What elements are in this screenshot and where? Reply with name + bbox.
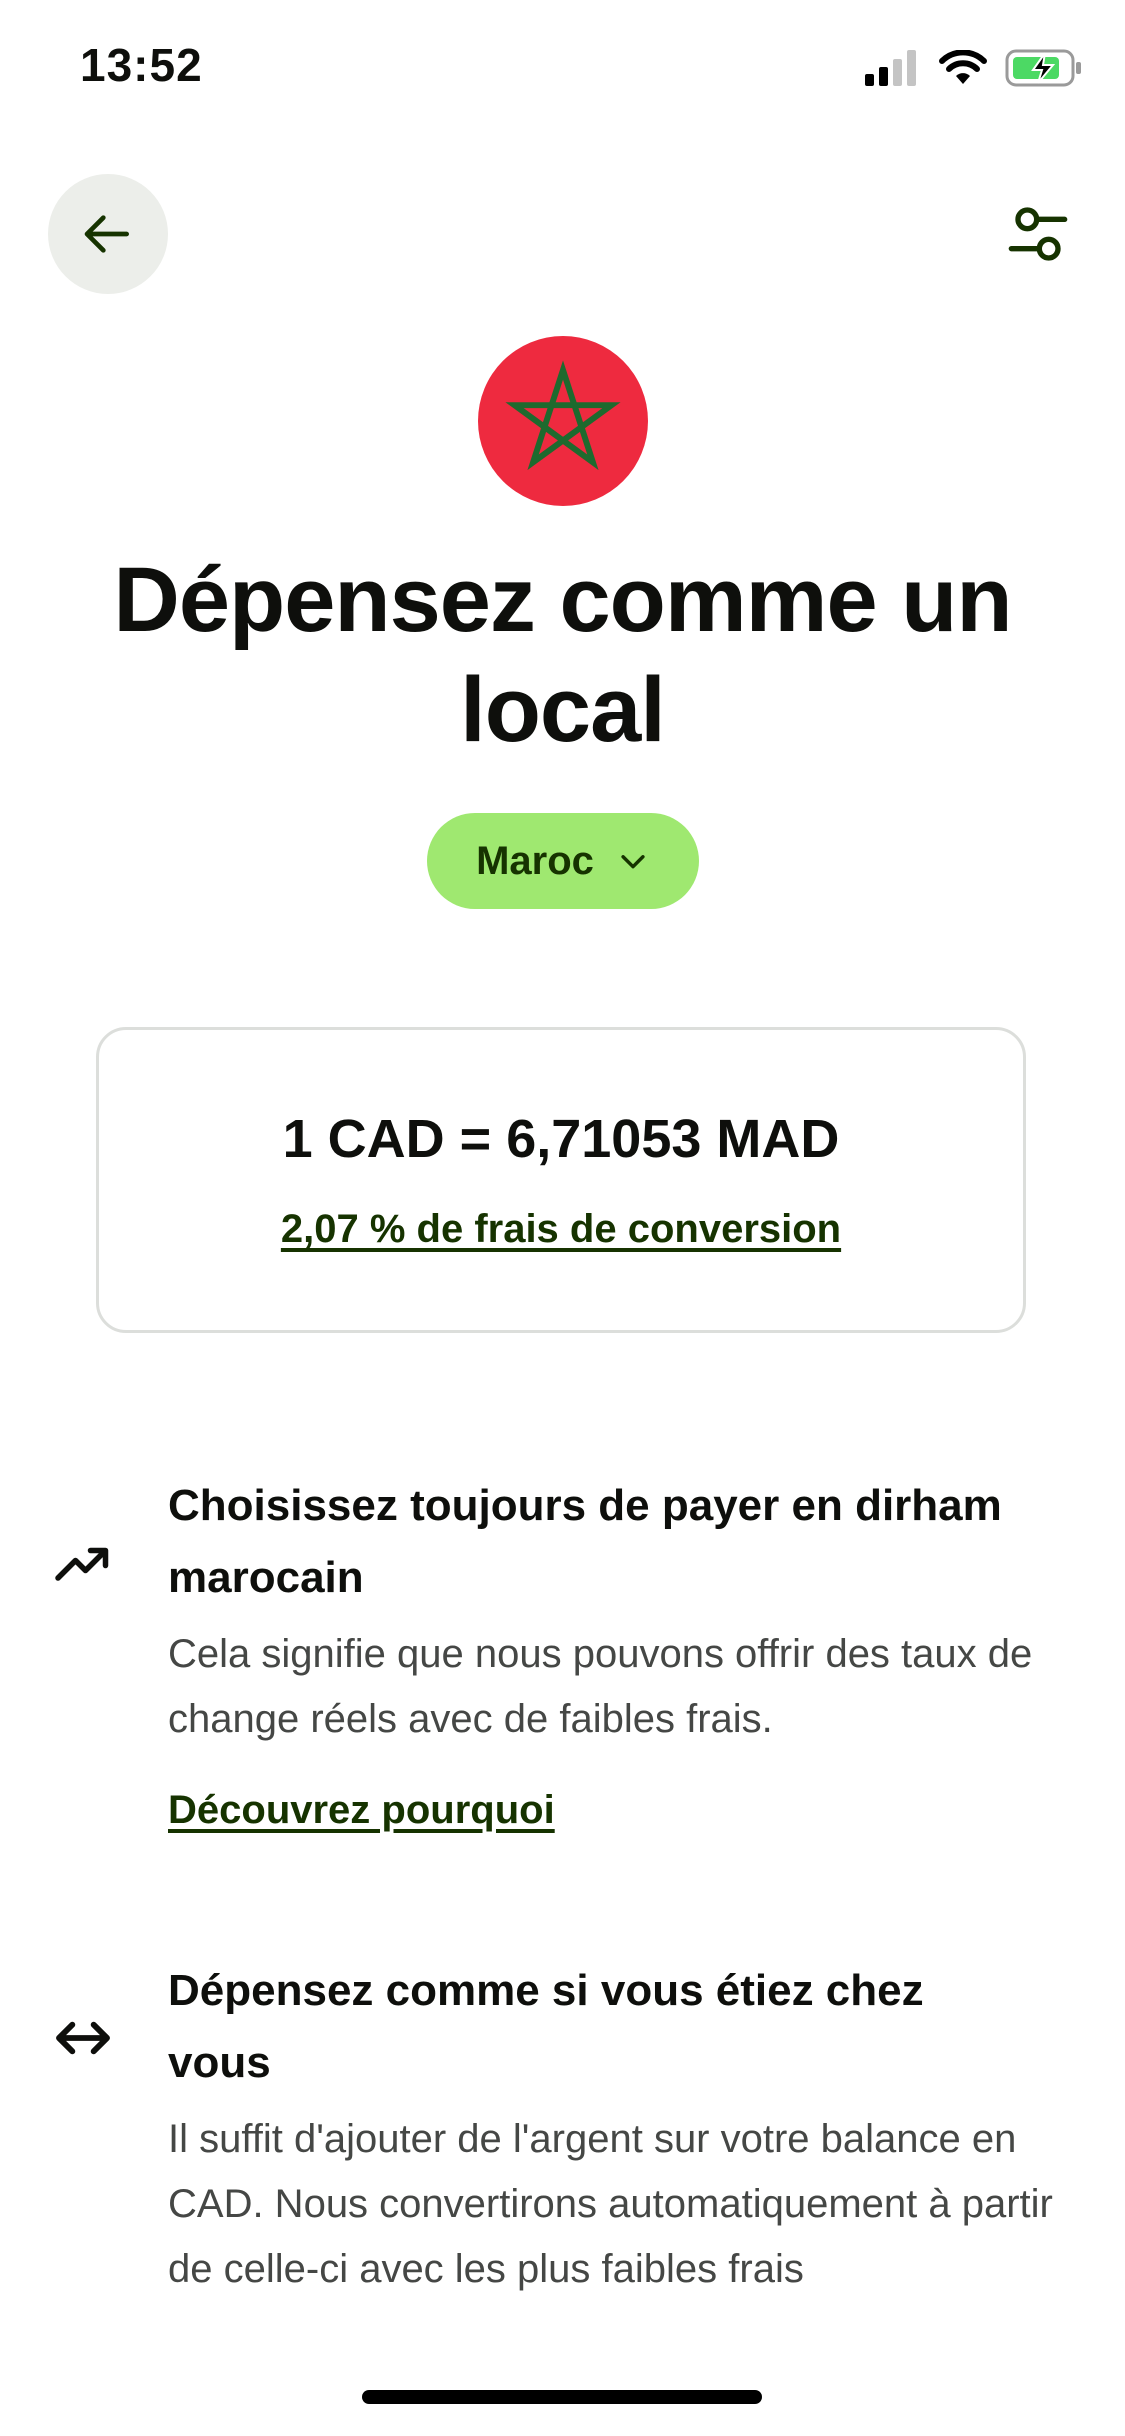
battery-charging-icon — [1005, 49, 1081, 87]
sliders-icon — [1008, 207, 1068, 261]
discover-why-link[interactable]: Découvrez pourquoi — [168, 1788, 555, 1833]
status-bar: 13:52 — [0, 0, 1125, 140]
chevron-down-icon — [621, 855, 645, 869]
arrows-left-right-icon — [50, 2005, 116, 2071]
page-title: Dépensez comme un local — [113, 549, 1012, 761]
conversion-fee-link[interactable]: 2,07 % de frais de conversion — [99, 1207, 1023, 1252]
arrow-left-icon — [84, 215, 129, 253]
country-selector[interactable]: Maroc — [427, 813, 699, 909]
feature-title: Choisissez toujours de payer en dirham m… — [168, 1481, 1002, 1602]
wifi-icon — [939, 50, 987, 84]
exchange-rate-card: 1 CAD = 6,71053 MAD 2,07 % de frais de c… — [96, 1027, 1026, 1333]
morocco-flag-icon — [478, 336, 648, 506]
feature-title: Dépensez comme si vous étiez chez vous — [168, 1966, 924, 2087]
filter-button[interactable] — [1000, 196, 1076, 272]
feature-body: Il suffit d'ajouter de l'argent sur votr… — [168, 2117, 1053, 2291]
exchange-rate: 1 CAD = 6,71053 MAD — [282, 1109, 840, 1169]
status-time: 13:52 — [80, 39, 203, 91]
home-indicator — [362, 2390, 762, 2404]
back-button[interactable] — [48, 174, 168, 294]
signal-icon — [865, 50, 916, 86]
feature-body: Cela signifie que nous pouvons offrir de… — [168, 1632, 1033, 1741]
country-label: Maroc — [476, 838, 594, 883]
trending-up-icon — [50, 1530, 116, 1596]
status-icons — [865, 46, 1085, 90]
